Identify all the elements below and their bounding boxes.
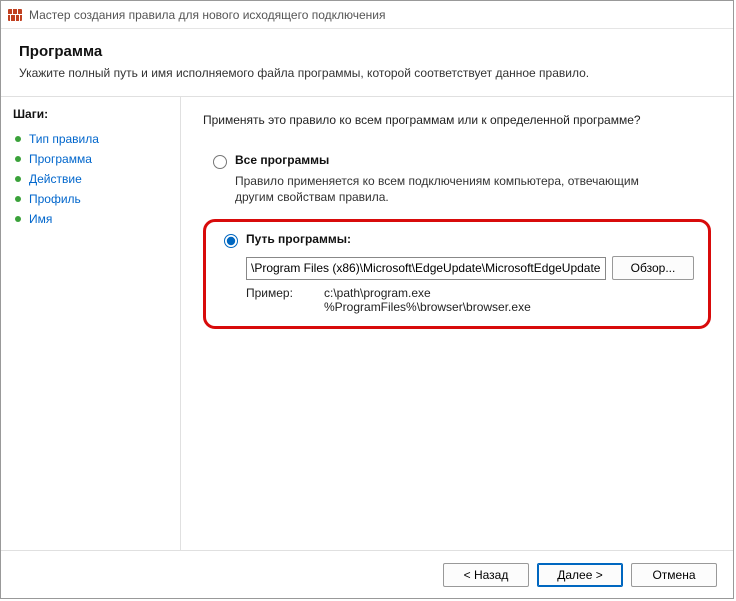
back-button[interactable]: < Назад [443,563,529,587]
question-text: Применять это правило ко всем программам… [203,113,711,127]
wizard-body: Шаги: Тип правила Программа Действие Про… [1,97,733,550]
step-name[interactable]: Имя [13,209,168,229]
example-row: Пример: c:\path\program.exe %ProgramFile… [246,286,694,314]
step-bullet-icon [15,176,21,182]
step-label: Профиль [29,192,81,206]
option-program-path[interactable]: Путь программы: [224,232,694,248]
step-program[interactable]: Программа [13,149,168,169]
steps-sidebar: Шаги: Тип правила Программа Действие Про… [1,97,181,550]
step-action[interactable]: Действие [13,169,168,189]
example-value: c:\path\program.exe %ProgramFiles%\brows… [324,286,531,314]
path-row: Обзор... [246,256,694,280]
program-path-input[interactable] [246,257,606,280]
step-label: Действие [29,172,82,186]
wizard-window: Мастер создания правила для нового исход… [0,0,734,599]
step-bullet-icon [15,136,21,142]
next-button[interactable]: Далее > [537,563,623,587]
step-label: Тип правила [29,132,99,146]
radio-all-programs[interactable] [213,155,227,169]
example-label: Пример: [246,286,324,314]
option-all-desc: Правило применяется ко всем подключениям… [235,173,675,205]
window-title: Мастер создания правила для нового исход… [29,8,386,22]
radio-all-label: Все программы [235,153,329,167]
page-subtitle: Укажите полный путь и имя исполняемого ф… [19,66,715,80]
step-bullet-icon [15,216,21,222]
cancel-button[interactable]: Отмена [631,563,717,587]
main-panel: Применять это правило ко всем программам… [181,97,733,550]
radio-path-label: Путь программы: [246,232,351,246]
step-label: Имя [29,212,52,226]
program-path-highlight: Путь программы: Обзор... Пример: c:\path… [203,219,711,329]
option-all-programs[interactable]: Все программы [213,153,711,169]
firewall-icon [7,7,23,23]
step-profile[interactable]: Профиль [13,189,168,209]
step-bullet-icon [15,156,21,162]
page-header: Программа Укажите полный путь и имя испо… [1,29,733,90]
wizard-footer: < Назад Далее > Отмена [1,550,733,598]
step-label: Программа [29,152,92,166]
titlebar: Мастер создания правила для нового исход… [1,1,733,29]
steps-title: Шаги: [13,107,168,121]
browse-button[interactable]: Обзор... [612,256,694,280]
radio-program-path[interactable] [224,234,238,248]
step-rule-type[interactable]: Тип правила [13,129,168,149]
page-heading: Программа [19,43,715,60]
step-bullet-icon [15,196,21,202]
